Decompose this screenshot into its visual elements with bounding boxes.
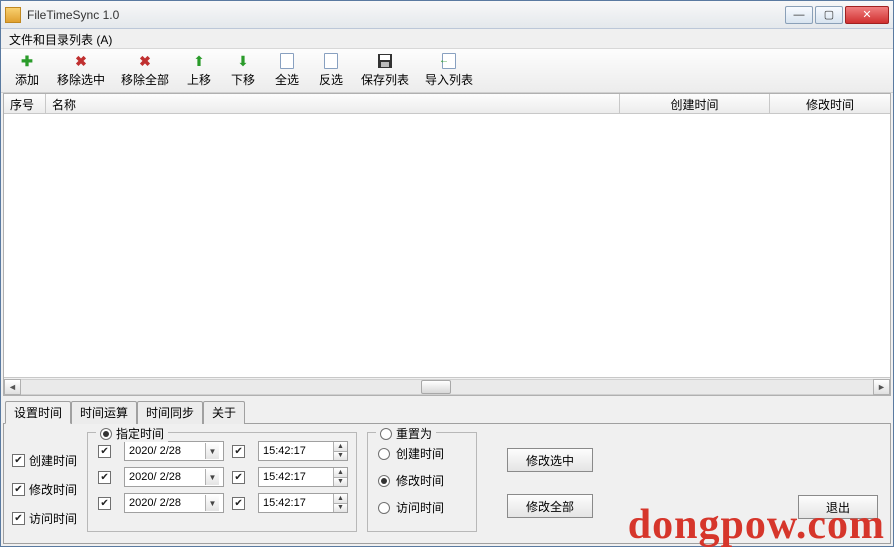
add-button[interactable]: ✚ 添加 (5, 51, 49, 90)
radio-icon (378, 448, 390, 460)
tab-time-calc[interactable]: 时间运算 (71, 401, 137, 424)
row3-date-input[interactable]: 2020/ 2/28▼ (124, 493, 224, 513)
radio-icon (100, 428, 112, 440)
page-icon (323, 53, 339, 69)
row2-time-check[interactable]: ✔ (232, 471, 245, 484)
specify-time-legend[interactable]: 指定时间 (96, 425, 168, 442)
menubar: 文件和目录列表 (A) (1, 29, 893, 49)
scroll-right-button[interactable]: ► (873, 379, 890, 395)
import-list-button[interactable]: 导入列表 (417, 51, 481, 90)
radio-icon (378, 475, 390, 487)
app-window: FileTimeSync 1.0 — ▢ ✕ 文件和目录列表 (A) ✚ 添加 … (0, 0, 894, 547)
dropdown-icon: ▼ (205, 469, 219, 485)
checkbox-icon: ✔ (12, 454, 25, 467)
table-body[interactable] (4, 114, 890, 377)
move-down-button[interactable]: ⬇ 下移 (221, 51, 265, 90)
remove-selected-button[interactable]: ✖ 移除选中 (49, 51, 113, 90)
tab-about[interactable]: 关于 (203, 401, 245, 424)
column-created[interactable]: 创建时间 (620, 94, 770, 113)
floppy-icon (377, 53, 393, 69)
tabstrip: 设置时间 时间运算 时间同步 关于 (3, 400, 891, 424)
spin-up-icon: ▲ (333, 442, 347, 452)
tab-time-sync[interactable]: 时间同步 (137, 401, 203, 424)
check-accessed[interactable]: ✔ 访问时间 (12, 510, 77, 527)
maximize-button[interactable]: ▢ (815, 6, 843, 24)
row2-date-input[interactable]: 2020/ 2/28▼ (124, 467, 224, 487)
spin-up-icon: ▲ (333, 468, 347, 478)
import-icon (441, 53, 457, 69)
move-up-button[interactable]: ⬆ 上移 (177, 51, 221, 90)
save-list-button[interactable]: 保存列表 (353, 51, 417, 90)
row3-time-check[interactable]: ✔ (232, 497, 245, 510)
window-title: FileTimeSync 1.0 (27, 8, 785, 22)
toolbar: ✚ 添加 ✖ 移除选中 ✖ 移除全部 ⬆ 上移 ⬇ 下移 全选 反选 保存 (1, 49, 893, 93)
row1-date-check[interactable]: ✔ (98, 445, 111, 458)
row3-date-check[interactable]: ✔ (98, 497, 111, 510)
menu-files-list[interactable]: 文件和目录列表 (A) (7, 33, 114, 47)
scroll-track[interactable] (21, 379, 873, 395)
close-button[interactable]: ✕ (845, 6, 889, 24)
select-all-button[interactable]: 全选 (265, 51, 309, 90)
horizontal-scrollbar[interactable]: ◄ ► (4, 377, 890, 395)
tab-set-time[interactable]: 设置时间 (5, 401, 71, 424)
dropdown-icon: ▼ (205, 495, 219, 511)
check-modified[interactable]: ✔ 修改时间 (12, 481, 77, 498)
invert-select-button[interactable]: 反选 (309, 51, 353, 90)
row2-time-input[interactable]: 15:42:17▲▼ (258, 467, 348, 487)
x-icon: ✖ (73, 53, 89, 69)
minimize-button[interactable]: — (785, 6, 813, 24)
reset-created[interactable]: 创建时间 (378, 445, 466, 462)
row1-date-input[interactable]: 2020/ 2/28▼ (124, 441, 224, 461)
check-created[interactable]: ✔ 创建时间 (12, 452, 77, 469)
spin-down-icon: ▼ (333, 478, 347, 487)
row2-date-check[interactable]: ✔ (98, 471, 111, 484)
table-header: 序号 名称 创建时间 修改时间 (4, 94, 890, 114)
modify-all-button[interactable]: 修改全部 (507, 494, 593, 518)
reset-modified[interactable]: 修改时间 (378, 472, 466, 489)
spin-up-icon: ▲ (333, 494, 347, 504)
window-controls: — ▢ ✕ (785, 6, 889, 24)
exit-button[interactable]: 退出 (798, 495, 878, 519)
titlebar: FileTimeSync 1.0 — ▢ ✕ (1, 1, 893, 29)
app-icon (5, 7, 21, 23)
modify-buttons: 修改选中 修改全部 (507, 432, 593, 518)
row1-time-input[interactable]: 15:42:17▲▼ (258, 441, 348, 461)
page-icon (279, 53, 295, 69)
file-list-table: 序号 名称 创建时间 修改时间 ◄ ► (3, 93, 891, 396)
arrow-down-icon: ⬇ (235, 53, 251, 69)
column-name[interactable]: 名称 (46, 94, 620, 113)
attribute-checks: ✔ 创建时间 ✔ 修改时间 ✔ 访问时间 (12, 432, 77, 527)
modify-selected-button[interactable]: 修改选中 (507, 448, 593, 472)
radio-icon (380, 428, 392, 440)
radio-icon (378, 502, 390, 514)
specify-time-fieldset: 指定时间 ✔ 2020/ 2/28▼ ✔ 15:42:17▲▼ ✔ 2020/ … (87, 432, 357, 532)
reset-accessed[interactable]: 访问时间 (378, 499, 466, 516)
arrow-up-icon: ⬆ (191, 53, 207, 69)
checkbox-icon: ✔ (12, 483, 25, 496)
reset-fieldset: 重置为 创建时间 修改时间 访问时间 (367, 432, 477, 532)
reset-legend[interactable]: 重置为 (376, 425, 436, 442)
scroll-thumb[interactable] (421, 380, 451, 394)
remove-all-button[interactable]: ✖ 移除全部 (113, 51, 177, 90)
spin-down-icon: ▼ (333, 504, 347, 513)
row3-time-input[interactable]: 15:42:17▲▼ (258, 493, 348, 513)
checkbox-icon: ✔ (12, 512, 25, 525)
bottom-tabs: 设置时间 时间运算 时间同步 关于 ✔ 创建时间 ✔ 修改时间 ✔ 访问时间 (3, 400, 891, 544)
column-index[interactable]: 序号 (4, 94, 46, 113)
plus-icon: ✚ (19, 53, 35, 69)
dropdown-icon: ▼ (205, 443, 219, 459)
scroll-left-button[interactable]: ◄ (4, 379, 21, 395)
column-modified[interactable]: 修改时间 (770, 94, 890, 113)
spin-down-icon: ▼ (333, 452, 347, 461)
tab-panel-set-time: ✔ 创建时间 ✔ 修改时间 ✔ 访问时间 指定时间 (3, 424, 891, 544)
row1-time-check[interactable]: ✔ (232, 445, 245, 458)
x-icon: ✖ (137, 53, 153, 69)
